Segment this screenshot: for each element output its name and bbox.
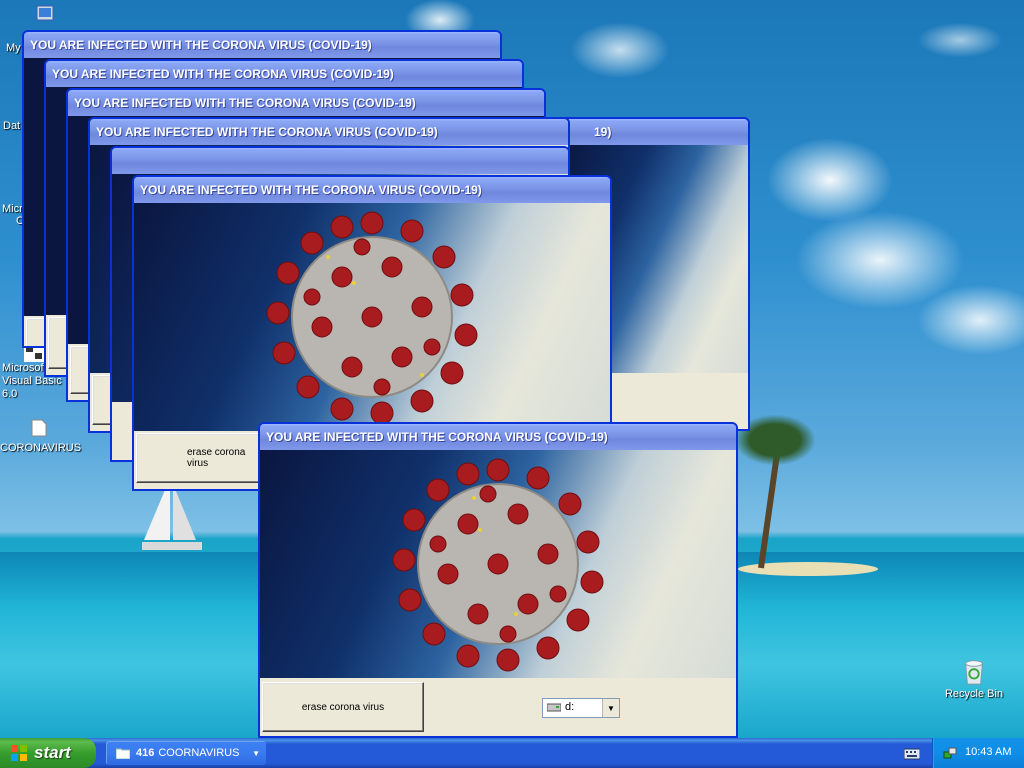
taskbar: start 416 COORNAVIRUS ▼ 10:43 AM <box>0 738 1024 768</box>
desktop-icon-label: CORONAVIRUS <box>0 442 82 454</box>
window-title-bar[interactable]: YOU ARE INFECTED WITH THE CORONA VIRUS (… <box>260 424 736 450</box>
window-title: YOU ARE INFECTED WITH THE CORONA VIRUS (… <box>30 38 372 52</box>
folder-icon <box>116 748 130 759</box>
window-title-bar[interactable]: YOU ARE INFECTED WITH THE CORONA VIRUS (… <box>90 119 568 145</box>
window-title-bar[interactable]: YOU ARE INFECTED WITH THE CORONA VIRUS (… <box>24 32 500 58</box>
erase-button-label: erase corona virus <box>301 701 385 713</box>
erase-button[interactable]: erase corona virus <box>136 433 262 483</box>
virus-illustration <box>266 211 478 425</box>
recycle-bin-icon <box>965 660 983 685</box>
virus-window-front[interactable]: YOU ARE INFECTED WITH THE CORONA VIRUS (… <box>258 422 738 738</box>
erase-button-label: erase corona virus <box>187 447 246 469</box>
window-title: YOU ARE INFECTED WITH THE CORONA VIRUS (… <box>96 125 438 139</box>
erase-button[interactable]: erase corona virus <box>262 682 424 732</box>
window-title-bar[interactable]: YOU ARE INFECTED WITH THE CORONA VIRUS (… <box>68 90 544 116</box>
window-title: YOU ARE INFECTED WITH THE CORONA VIRUS (… <box>52 67 394 81</box>
window-title-bar[interactable] <box>112 148 568 174</box>
drive-select[interactable]: d: ▼ <box>542 698 620 718</box>
desktop-icon-label: Recycle Bin <box>944 688 1004 700</box>
taskbar-group-count: 416 <box>136 747 155 759</box>
virus-illustration <box>392 458 604 672</box>
system-tray: 10:43 AM <box>932 738 1024 768</box>
virus-image <box>260 450 736 678</box>
window-title: YOU ARE INFECTED WITH THE CORONA VIRUS (… <box>74 96 416 110</box>
windows-logo-icon <box>11 745 27 761</box>
chevron-down-icon: ▼ <box>252 748 260 758</box>
drive-select-value: d: <box>565 701 575 713</box>
folder-icon <box>31 419 47 437</box>
window-title: YOU ARE INFECTED WITH THE CORONA VIRUS (… <box>140 183 482 197</box>
network-icon[interactable] <box>943 746 957 760</box>
window-title: YOU ARE INFECTED WITH THE CORONA VIRUS (… <box>266 430 608 444</box>
clock[interactable]: 10:43 AM <box>965 746 1011 758</box>
virus-image <box>134 203 610 431</box>
desktop-icon-coronavirus[interactable]: CORONAVIRUS <box>0 418 82 454</box>
drive-icon <box>547 703 561 712</box>
window-title-bar[interactable]: 19) <box>562 119 748 145</box>
taskbar-group-label: COORNAVIRUS <box>158 747 240 759</box>
window-title-bar[interactable]: YOU ARE INFECTED WITH THE CORONA VIRUS (… <box>134 177 610 203</box>
taskbar-group-button[interactable]: 416 COORNAVIRUS ▼ <box>106 741 266 765</box>
chevron-down-icon[interactable]: ▼ <box>602 699 619 717</box>
window-title-bar[interactable]: YOU ARE INFECTED WITH THE CORONA VIRUS (… <box>46 61 522 87</box>
window-title-fragment: 19) <box>594 125 612 139</box>
start-button[interactable]: start <box>0 738 96 768</box>
keyboard-icon[interactable] <box>904 746 920 760</box>
desktop-icon-recycle-bin[interactable]: Recycle Bin <box>935 656 1013 700</box>
window-content: erase corona virus d: ▼ <box>260 450 736 736</box>
start-label: start <box>34 743 71 762</box>
